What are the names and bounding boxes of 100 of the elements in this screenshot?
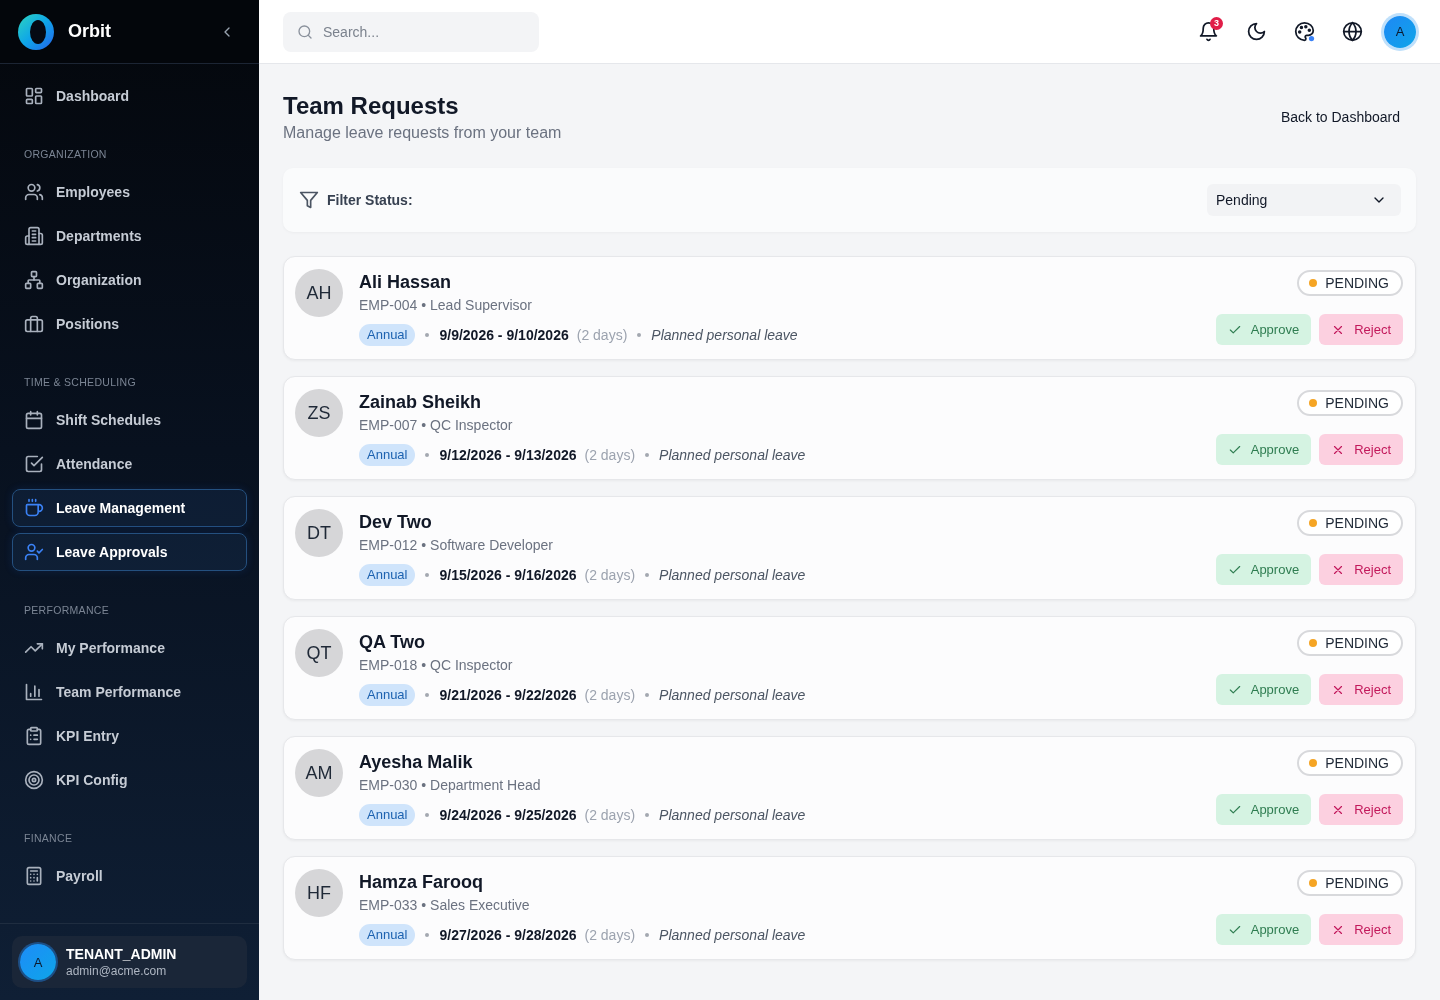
separator-dot-icon [425, 813, 430, 817]
user-name: TENANT_ADMIN [66, 946, 177, 962]
calendar-icon [24, 410, 44, 430]
filter-label: Filter Status: [327, 192, 413, 208]
notifications-button[interactable]: 3 [1190, 13, 1226, 50]
sidebar-item[interactable]: KPI Entry [12, 717, 247, 755]
leave-reason: Planned personal leave [659, 807, 806, 823]
employee-details: EMP-018 • QC Inspector [359, 656, 514, 675]
reject-button[interactable]: Reject [1319, 314, 1403, 345]
sidebar-item[interactable]: Shift Schedules [12, 401, 247, 439]
sidebar-item[interactable]: Organization [12, 261, 247, 299]
employee-name: Ayesha Malik [359, 751, 474, 774]
briefcase-icon [24, 314, 44, 334]
leave-type-badge: Annual [359, 564, 416, 586]
avatar: AM [295, 749, 343, 797]
status-dot-icon [1309, 279, 1318, 287]
approve-button[interactable]: Approve [1215, 434, 1312, 465]
check-square-icon [24, 454, 44, 474]
approve-button[interactable]: Approve [1215, 914, 1312, 945]
reject-button[interactable]: Reject [1319, 794, 1403, 825]
sidebar-item[interactable]: My Performance [12, 629, 247, 667]
user-avatar[interactable]: A [1384, 15, 1416, 48]
bell-icon [1197, 21, 1219, 42]
leave-dates: 9/24/2026 - 9/25/2026 [439, 807, 577, 823]
leave-reason: Planned personal leave [659, 687, 806, 703]
sidebar-item[interactable]: Attendance [12, 445, 247, 483]
separator-dot-icon [425, 933, 430, 937]
leave-reason: Planned personal leave [659, 447, 806, 463]
leave-type-badge: Annual [359, 444, 416, 466]
leave-duration: (2 days) [584, 567, 636, 583]
status-label: PENDING [1325, 635, 1389, 651]
separator-dot-icon [425, 693, 430, 697]
sidebar-item[interactable]: Departments [12, 217, 247, 255]
page-title: Team Requests [283, 91, 460, 121]
employee-details: EMP-030 • Department Head [359, 776, 542, 795]
employee-name: Zainab Sheikh [359, 391, 483, 414]
leave-dates: 9/27/2026 - 9/28/2026 [439, 927, 577, 943]
status-select[interactable]: Pending [1207, 184, 1401, 216]
leave-type-badge: Annual [359, 924, 416, 946]
sidebar-item[interactable]: Dashboard [12, 77, 247, 115]
leave-type-badge: Annual [359, 804, 416, 826]
employee-details: EMP-004 • Lead Supervisor [359, 296, 533, 315]
sidebar-item[interactable]: Payroll [12, 857, 247, 895]
status-dot-icon [1309, 879, 1318, 887]
separator-dot-icon [425, 333, 430, 337]
approve-button[interactable]: Approve [1215, 794, 1312, 825]
user-avatar: A [20, 944, 56, 980]
palette-icon [1293, 21, 1315, 42]
avatar: ZS [295, 389, 343, 437]
separator-dot-icon [645, 933, 650, 937]
leave-dates: 9/15/2026 - 9/16/2026 [439, 567, 577, 583]
employee-name: QA Two [359, 631, 426, 654]
leave-duration: (2 days) [584, 807, 636, 823]
separator-dot-icon [637, 333, 642, 337]
leave-reason: Planned personal leave [659, 567, 806, 583]
section-heading: TIME & SCHEDULING [23, 375, 137, 390]
sidebar-item[interactable]: Leave Approvals [12, 533, 247, 571]
section-heading: FINANCE [23, 831, 74, 846]
avatar: AH [295, 269, 343, 317]
sidebar-item[interactable]: Leave Management [12, 489, 247, 527]
status-dot-icon [1309, 519, 1318, 527]
status-label: PENDING [1325, 275, 1389, 291]
status-label: PENDING [1325, 515, 1389, 531]
reject-button[interactable]: Reject [1319, 674, 1403, 705]
approve-button[interactable]: Approve [1215, 674, 1312, 705]
separator-dot-icon [645, 813, 650, 817]
globe-icon [1341, 21, 1363, 42]
reject-button[interactable]: Reject [1319, 554, 1403, 585]
sidebar-item[interactable]: KPI Config [12, 761, 247, 799]
user-email: admin@acme.com [66, 964, 168, 978]
leave-dates: 9/21/2026 - 9/22/2026 [439, 687, 577, 703]
calculator-icon [24, 866, 44, 886]
section-heading: ORGANIZATION [23, 147, 108, 162]
sidebar-item[interactable]: Employees [12, 173, 247, 211]
leave-duration: (2 days) [576, 327, 628, 343]
reject-button[interactable]: Reject [1319, 434, 1403, 465]
approve-button[interactable]: Approve [1215, 314, 1312, 345]
status-label: PENDING [1325, 395, 1389, 411]
status-dot-icon [1309, 399, 1318, 407]
leave-type-badge: Annual [359, 684, 416, 706]
leave-dates: 9/9/2026 - 9/10/2026 [439, 327, 569, 343]
target-icon [24, 770, 44, 790]
status-dot-icon [1309, 639, 1318, 647]
reject-button[interactable]: Reject [1319, 914, 1403, 945]
user-card[interactable]: A TENANT_ADMIN admin@acme.com [12, 936, 247, 988]
dashboard-icon [24, 86, 44, 106]
separator-dot-icon [645, 693, 650, 697]
separator-dot-icon [425, 573, 430, 577]
coffee-cup-icon [24, 498, 44, 518]
search-field[interactable]: Search... [283, 11, 539, 52]
section-heading: PERFORMANCE [23, 603, 110, 618]
logo-icon [18, 13, 54, 50]
sidebar-item[interactable]: Team Performance [12, 673, 247, 711]
moon-icon [1245, 21, 1267, 42]
user-check-icon [24, 542, 44, 562]
back-button[interactable]: Back to Dashboard [1264, 101, 1416, 133]
sidebar-item[interactable]: Positions [12, 305, 247, 343]
approve-button[interactable]: Approve [1215, 554, 1312, 585]
leave-duration: (2 days) [584, 927, 636, 943]
org-chart-icon [24, 270, 44, 290]
